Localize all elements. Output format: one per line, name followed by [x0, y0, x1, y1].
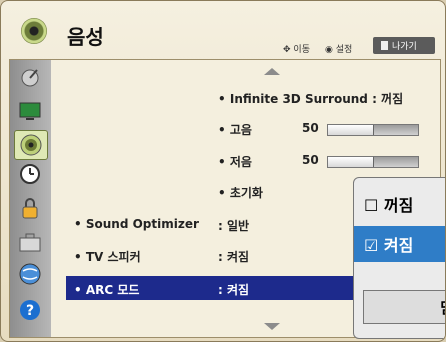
sidebar-item-picture[interactable] [14, 97, 46, 125]
ok-icon: ◉ [325, 45, 333, 55]
menu-item-arc-mode[interactable]: • ARC 모드 [74, 281, 139, 298]
scroll-down-icon[interactable] [264, 323, 280, 330]
treble-slider[interactable] [327, 124, 419, 136]
header: 음성 ✥ 이동 ◉ 설정 나가기 [1, 1, 445, 59]
arc-mode-value: : 켜짐 [218, 283, 250, 297]
exit-key-icon [381, 41, 388, 50]
sidebar: ? [10, 60, 51, 337]
page-title: 음성 [67, 25, 104, 49]
sidebar-item-network[interactable] [14, 260, 46, 288]
option-on[interactable]: ☑ 켜짐 [354, 226, 445, 262]
sound-optimizer-value: : 일반 [218, 219, 250, 233]
set-hint: ◉ 설정 [325, 45, 353, 55]
exit-button[interactable]: 나가기 [373, 37, 435, 54]
satellite-icon [21, 69, 39, 87]
menu-item-sound-optimizer[interactable]: • Sound Optimizer [74, 217, 199, 231]
clock-icon [20, 164, 40, 184]
osd-window: 음성 ✥ 이동 ◉ 설정 나가기 ? • Infinite 3D Surroun… [0, 0, 446, 342]
close-button[interactable]: 닫 [363, 290, 445, 324]
svg-text:?: ? [26, 303, 34, 319]
help-icon: ? [20, 300, 40, 320]
sidebar-item-sound[interactable] [14, 130, 48, 160]
speaker-icon [20, 134, 42, 156]
sidebar-item-lock[interactable] [14, 194, 46, 222]
option-off[interactable]: ☐ 꺼짐 [354, 186, 445, 222]
sidebar-item-time[interactable] [14, 160, 46, 188]
bass-value: 50 [302, 153, 319, 167]
scroll-up-icon[interactable] [264, 68, 280, 75]
tv-speaker-value: : 켜짐 [218, 250, 250, 264]
network-icon [19, 263, 41, 285]
menu-item-bass-label[interactable]: • 저음 [218, 153, 252, 170]
menu-item-treble-label[interactable]: • 고음 [218, 121, 252, 138]
dpad-icon: ✥ [283, 45, 291, 55]
toolbox-icon [19, 233, 41, 252]
treble-value: 50 [302, 121, 319, 135]
bass-slider-fill [328, 157, 374, 167]
speaker-icon [21, 18, 47, 44]
sidebar-item-support[interactable]: ? [14, 296, 46, 324]
treble-slider-fill [328, 125, 374, 135]
menu-item-surround[interactable]: • Infinite 3D Surround : 꺼짐 [218, 90, 403, 107]
lock-icon [22, 198, 38, 219]
sidebar-item-option[interactable] [14, 228, 46, 256]
sidebar-item-channel[interactable] [14, 64, 46, 92]
arc-mode-popup: ☐ 꺼짐 ☑ 켜짐 닫 [353, 177, 445, 339]
menu-item-tv-speaker[interactable]: • TV 스피커 [74, 248, 141, 265]
bass-slider[interactable] [327, 156, 419, 168]
menu-item-reset[interactable]: • 초기화 [218, 184, 263, 201]
monitor-icon [19, 102, 41, 120]
move-hint: ✥ 이동 [283, 45, 310, 55]
